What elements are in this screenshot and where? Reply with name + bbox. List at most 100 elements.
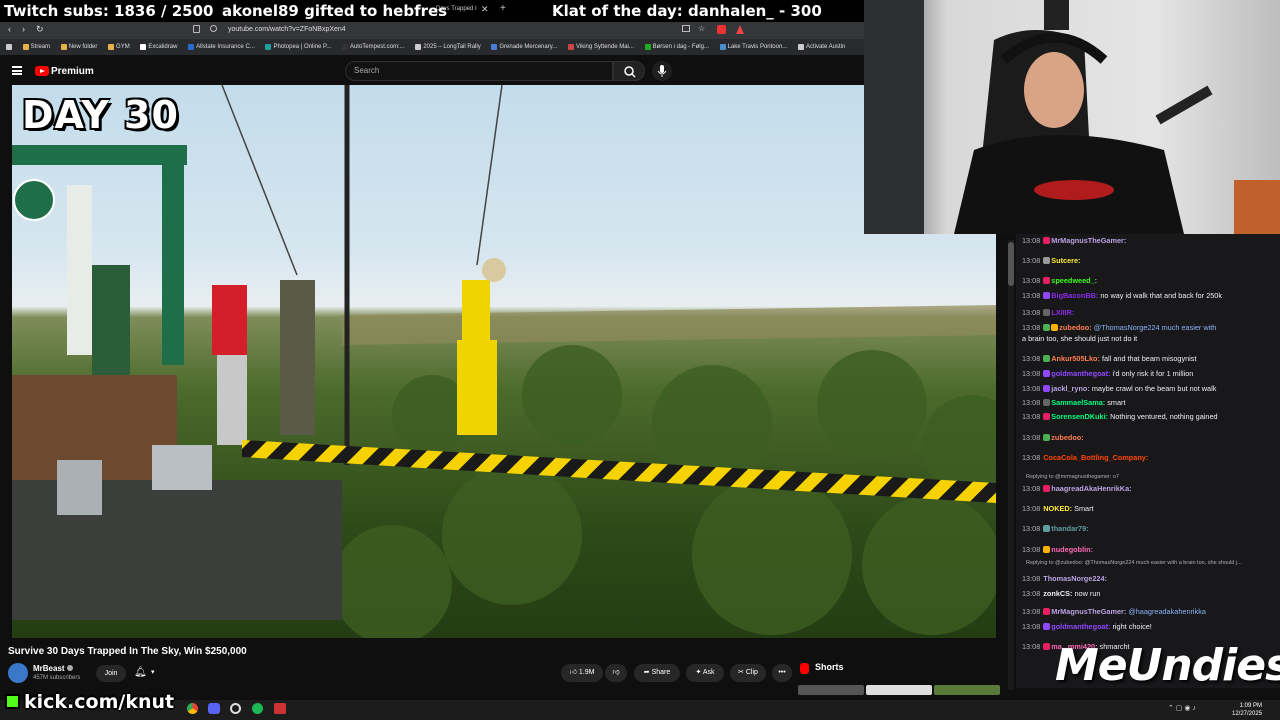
badge-icon (1043, 525, 1051, 532)
chat-message: 13:08 SorensenDKuki: Nothing ventured, no… (1022, 412, 1218, 421)
obs-taskbar-icon[interactable] (230, 703, 241, 714)
bookmark-item[interactable]: Excalidraw (140, 39, 177, 55)
discord-taskbar-icon[interactable] (208, 703, 220, 714)
share-label: Share (651, 669, 671, 676)
system-tray-icons[interactable]: ⌃ ▢ ◉ ♪ (1168, 704, 1196, 712)
shorts-thumbnail[interactable] (866, 685, 932, 695)
scissors-icon: ✂ (738, 669, 744, 676)
search-input[interactable]: Search (345, 61, 613, 81)
mic-icon (657, 65, 667, 77)
more-actions-button[interactable]: ••• (772, 664, 792, 682)
cast-icon[interactable] (682, 25, 690, 32)
youtube-premium-logo[interactable]: Premium (51, 66, 94, 77)
chat-message: 13:08 MrMagnusTheGamer: @haagreadakahenri… (1022, 607, 1206, 616)
badge-icon (1051, 324, 1059, 331)
badge-icon (1043, 413, 1051, 420)
badge-icon (1043, 370, 1051, 377)
reload-icon[interactable]: ↻ (36, 24, 44, 35)
reply-context: Replying to @zubedoo: @ThomasNorge224 mu… (1026, 560, 1242, 566)
voice-search-button[interactable] (652, 61, 672, 81)
menu-icon[interactable] (12, 66, 22, 75)
system-clock[interactable]: 1:09 PM 12/27/2025 (1232, 702, 1262, 718)
gift-alert-text: akonel89 gifted to hebfres (222, 2, 448, 20)
clock-time: 1:09 PM (1239, 703, 1263, 709)
like-button[interactable]: 👍︎ 1.9M (561, 664, 603, 682)
chat-message: 13:08 LXIIIR: (1022, 308, 1075, 317)
video-frame (12, 85, 996, 638)
chat-message: 13:08 NOKED: Smart (1022, 504, 1094, 513)
badge-icon (1043, 355, 1051, 362)
chat-message: 13:08 BigBaconBB: no way id walk that and… (1022, 291, 1223, 300)
bookmark-item[interactable]: AutoTempest.com:... (341, 39, 405, 55)
share-button[interactable]: ➦ Share (634, 664, 680, 682)
chat-message: 13:08 jackl_ryno: maybe crawl on the beam… (1022, 384, 1217, 393)
back-icon[interactable]: ‹ (8, 24, 11, 34)
browser-address-row: ‹ › ↻ youtube.com/watch?v=ZFoNBxpXen4 ☆ (0, 22, 864, 39)
webcam-feed (864, 0, 1280, 234)
browser-tab-title[interactable]: Days Trapped I (436, 6, 477, 12)
shorts-thumbnail[interactable] (798, 685, 864, 695)
page-scrollbar[interactable] (1008, 240, 1014, 690)
close-tab-icon[interactable]: ✕ (481, 4, 489, 15)
new-tab-icon[interactable]: + (500, 3, 506, 14)
like-count: 1.9M (578, 669, 595, 676)
bookmark-item[interactable]: Viking Syttende Mai... (567, 39, 634, 55)
bookmark-item[interactable]: 2025 – LongTail Rally (415, 39, 481, 55)
bookmark-item[interactable]: Stream (22, 39, 50, 55)
channel-name[interactable]: MrBeast (33, 664, 65, 673)
thumbs-up-icon: 👍︎ (569, 669, 577, 676)
extension-icon[interactable] (717, 25, 726, 34)
search-icon (624, 66, 636, 78)
brave-shield-icon[interactable] (736, 25, 744, 34)
join-button[interactable]: Join (96, 665, 126, 682)
badge-icon (1043, 324, 1051, 331)
video-overlay-day-text: DAY 30 (22, 93, 179, 137)
share-icon: ➦ (643, 669, 650, 676)
webcam-frame (864, 0, 1280, 234)
bookmark-item[interactable]: Lake Travis Pontoon... (719, 39, 787, 55)
chat-message: 13:08 goldmanthegoat: right choice! (1022, 622, 1152, 631)
shorts-thumbnail[interactable] (934, 685, 1000, 695)
app-taskbar-icon[interactable] (274, 703, 286, 714)
bookmark-item[interactable]: GYM (108, 39, 130, 55)
bookmark-item[interactable]: Allstate Insurance C... (188, 39, 255, 55)
star-icon[interactable]: ☆ (698, 24, 705, 33)
badge-icon (1043, 434, 1051, 441)
shorts-icon (800, 663, 809, 674)
chat-message: 13:08 ThomasNorge224: (1022, 574, 1107, 583)
clip-button[interactable]: ✂ Clip (730, 664, 766, 682)
url-field[interactable]: youtube.com/watch?v=ZFoNBxpXen4 (228, 26, 346, 33)
channel-avatar[interactable] (8, 663, 28, 683)
forward-icon[interactable]: › (22, 24, 25, 34)
ask-button[interactable]: ✦ Ask (686, 664, 724, 682)
bookmark-item[interactable]: New folder (60, 39, 97, 55)
kick-url-overlay: kick.com/knut (24, 691, 175, 713)
chevron-down-icon[interactable]: ▾ (151, 668, 155, 676)
bookmark-item[interactable]: Activate Austin (797, 39, 845, 55)
dislike-button[interactable]: 👎︎ (605, 664, 627, 682)
bookmark-item[interactable]: Photopea | Online P... (265, 39, 331, 55)
sub-goal-text: Twitch subs: 1836 / 2500 (4, 2, 214, 20)
apps-icon[interactable] (6, 44, 12, 50)
bookmark-item[interactable]: Børsen i dag - Følg... (644, 39, 709, 55)
verified-icon (67, 665, 73, 671)
video-player[interactable]: DAY 30 (12, 85, 996, 638)
badge-icon (1043, 257, 1051, 264)
chat-message: 13:08 MrMagnusTheGamer: (1022, 236, 1127, 245)
badge-icon (1043, 309, 1051, 316)
chat-message: 13:08 goldmanthegoat: i'd only risk it fo… (1022, 369, 1194, 378)
site-info-icon[interactable] (210, 25, 217, 32)
youtube-logo-icon[interactable] (35, 66, 49, 76)
bookmark-item[interactable]: Grenade Mercenary... (491, 39, 557, 55)
spotify-taskbar-icon[interactable] (252, 703, 263, 714)
chat-panel: 13:08 MrMagnusTheGamer: 13:08 Sutcere: 13:… (1016, 234, 1280, 688)
notification-bell-icon[interactable]: 🔔︎ (134, 667, 147, 678)
search-button[interactable] (613, 61, 645, 81)
chrome-taskbar-icon[interactable] (187, 703, 198, 714)
chat-message: 13:08 zubedoo: (1022, 433, 1084, 442)
subscriber-count: 457M subscribers (33, 675, 81, 681)
bookmark-icon[interactable] (193, 25, 200, 33)
sparkle-icon: ✦ (695, 669, 702, 676)
badge-icon (1043, 399, 1051, 406)
badge-icon (1043, 385, 1051, 392)
